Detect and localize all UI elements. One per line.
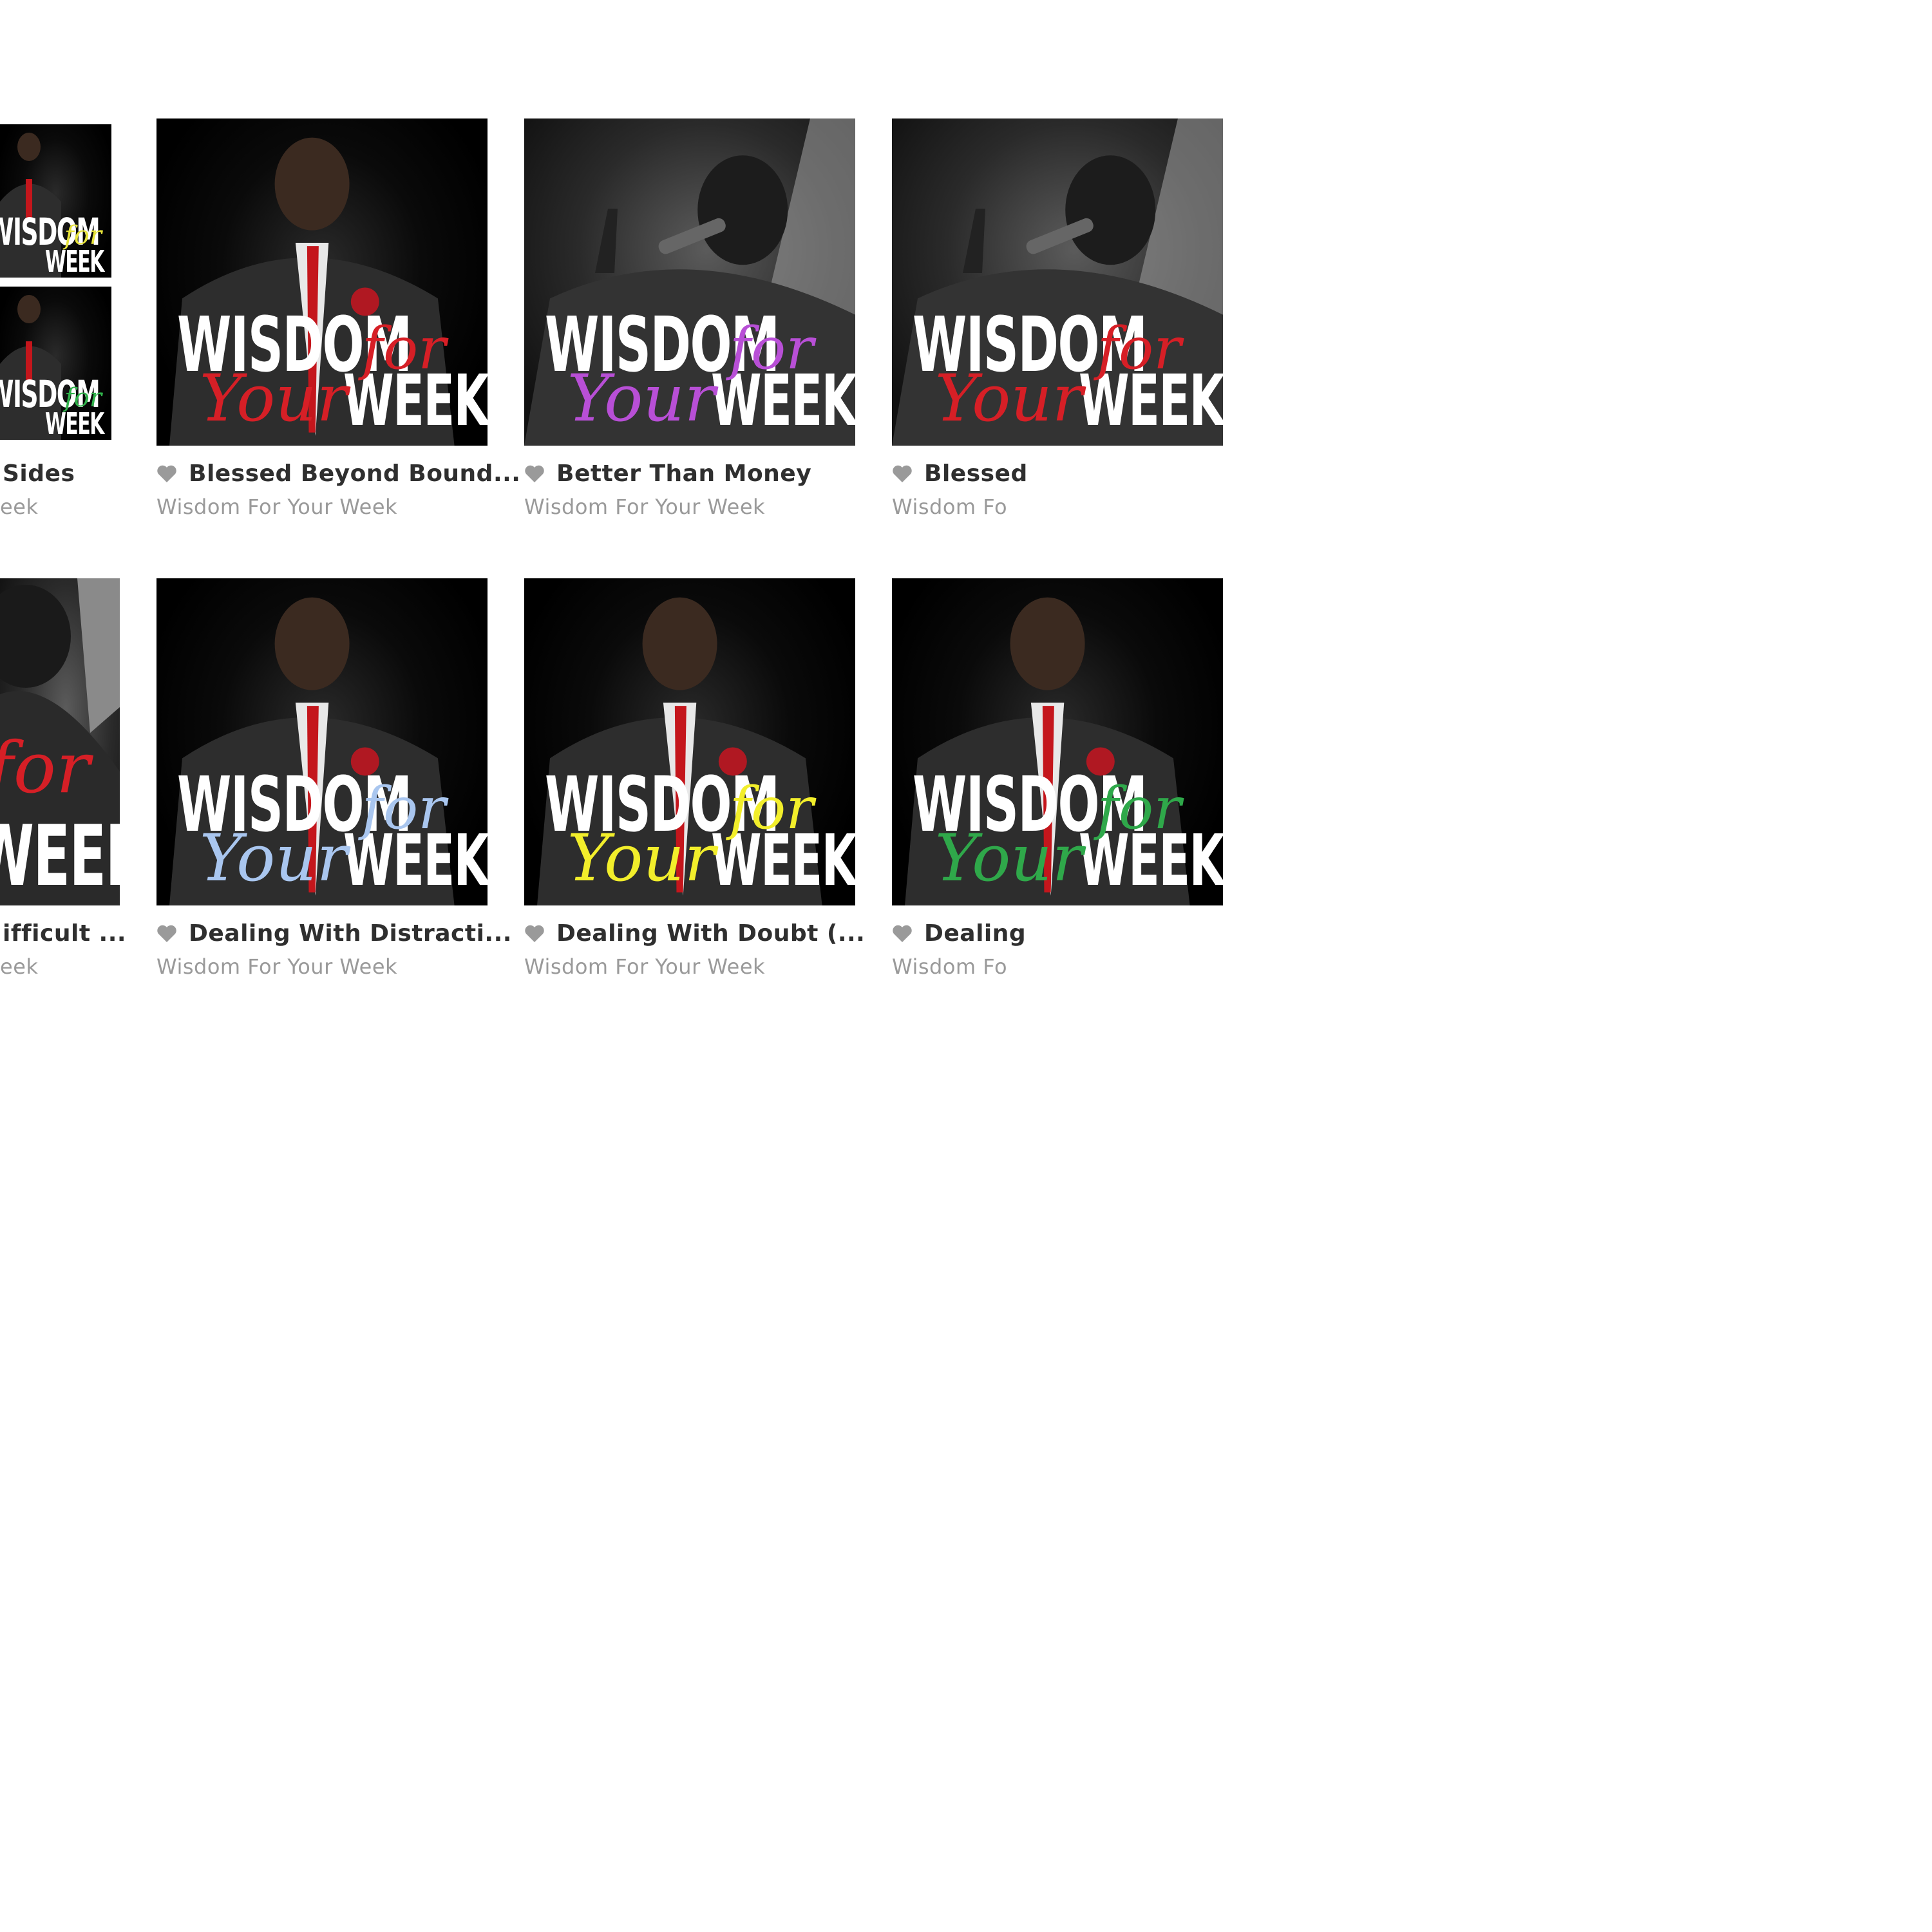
heart-icon[interactable] [892,925,913,943]
heart-icon[interactable] [156,925,177,943]
card-subtitle[interactable]: Wisdom For Your Week [156,954,397,979]
heart-icon[interactable] [156,465,177,483]
card-title[interactable]: Blessed Beyond Bound... [189,460,520,487]
artwork[interactable]: WISDOM WEEK for Your [524,578,855,905]
card-subtitle[interactable]: Wisdom Fo [892,954,1007,979]
heart-icon[interactable] [524,925,545,943]
card-title[interactable]: Dealing [924,920,1026,947]
card-subtitle[interactable]: eek [0,954,38,979]
artwork-script-your: Your [567,360,715,436]
artwork-script-for: for [1097,774,1182,842]
heart-icon[interactable] [892,465,913,483]
artwork[interactable]: WISDOM WEEK for Your [892,578,1223,905]
artwork-wordmark-week: WEEK [45,244,104,278]
artwork[interactable]: for WEEK [0,578,120,905]
artwork-script-your: Your [199,820,348,896]
card-subtitle[interactable]: Wisdom For Your Week [156,495,397,519]
artwork-script-for: for [64,383,102,413]
card-title[interactable]: Better Than Money [556,460,811,487]
artwork-script-for: for [0,726,90,809]
card-subtitle[interactable]: Wisdom For Your Week [524,495,765,519]
artwork-script-for: for [729,314,814,383]
card-title[interactable]: Dealing With Distracti... [189,920,512,947]
artwork-script-for: for [361,314,446,383]
heart-icon[interactable] [524,465,545,483]
thumbnail-bottom[interactable]: WISDOM WEEK for [0,287,111,440]
artwork[interactable]: WISDOM WEEK for Your [156,118,488,446]
artwork[interactable]: WISDOM WEEK for Your [156,578,488,905]
card-title[interactable]: Dealing With Doubt (... [556,920,865,947]
card-subtitle[interactable]: eek [0,495,38,519]
thumbnail-top[interactable]: WISDOM WEEK for [0,124,111,278]
artwork-wordmark-week: WEEK [45,406,104,440]
artwork-script-for: for [64,221,102,251]
artwork-script-for: for [361,774,446,842]
artwork[interactable]: WISDOM WEEK for Your [524,118,855,446]
artwork-script-for: for [1097,314,1182,383]
artwork[interactable]: WISDOM WEEK for Your [892,118,1223,446]
artwork-script-for: for [729,774,814,842]
card-title[interactable]: ifficult ... [3,920,126,947]
artwork-script-your: Your [199,360,348,436]
card-subtitle[interactable]: Wisdom Fo [892,495,1007,519]
artwork-script-your: Your [934,820,1083,896]
card-subtitle[interactable]: Wisdom For Your Week [524,954,765,979]
artwork-script-your: Your [934,360,1083,436]
card-title[interactable]: Blessed [924,460,1028,487]
artwork-wordmark-week: WEEK [0,807,120,905]
artwork-script-your: Your [567,820,715,896]
card-title[interactable]: Sides [3,460,75,487]
